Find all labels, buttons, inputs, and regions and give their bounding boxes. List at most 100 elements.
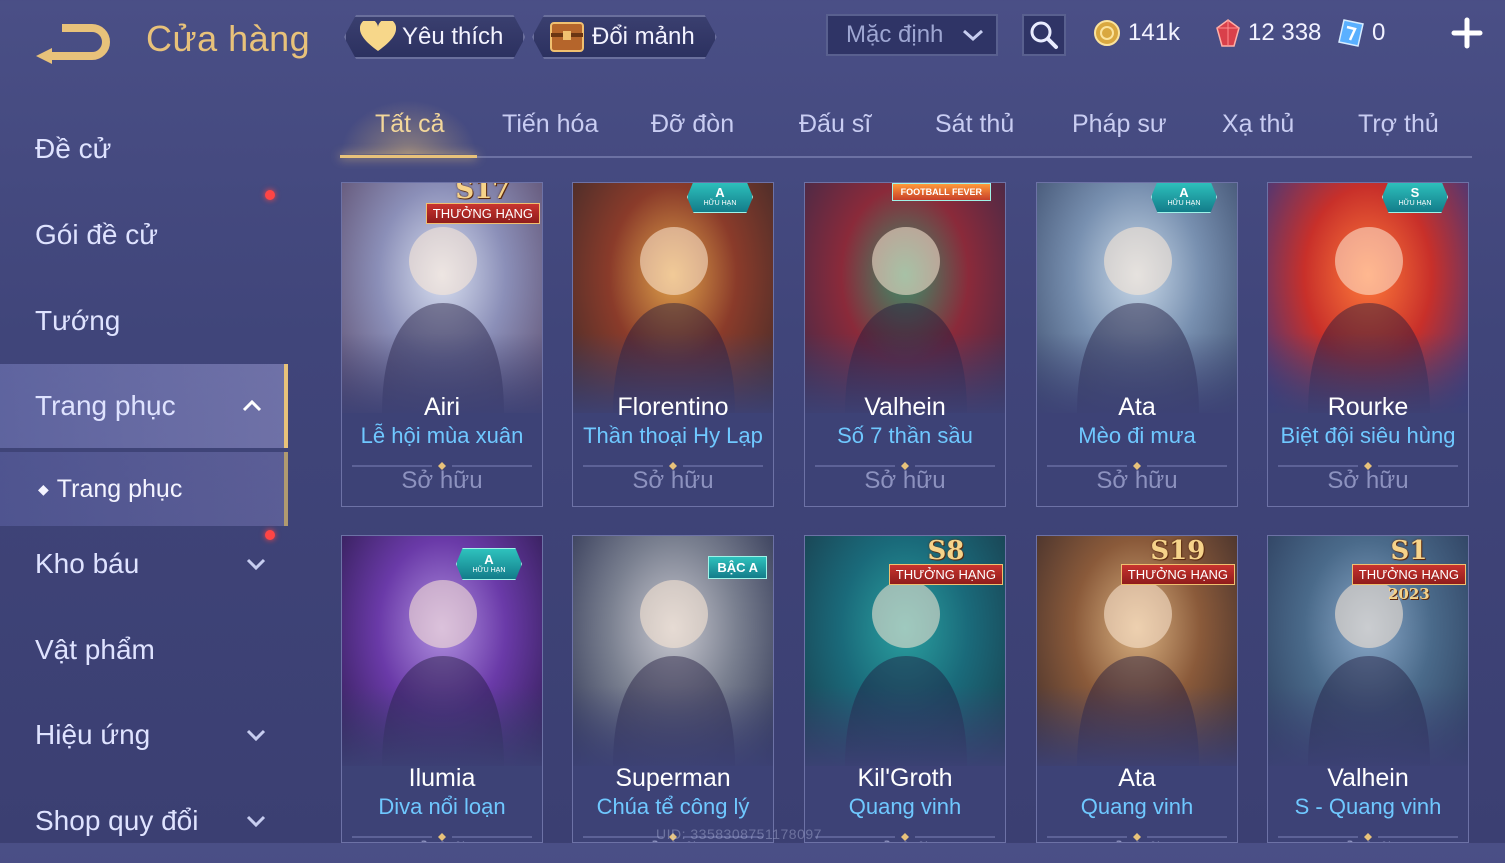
voucher-value: 0 [1372, 19, 1386, 46]
badge-season: S17 [455, 182, 511, 205]
skin-card[interactable]: IlumiaDiva nổi loạn Sở hữu A HỮU HẠN [341, 535, 543, 843]
skin-card[interactable]: ValheinS - Quang vinh Sở hữu S1 THƯỞNG HẠN… [1267, 535, 1469, 843]
skin-name: Số 7 thần sầu [837, 423, 973, 448]
sidebar-item-recommended[interactable]: Đề cử [0, 107, 288, 191]
sort-dropdown[interactable]: Mặc định [826, 14, 998, 56]
sidebar-item-effects[interactable]: Hiệu ứng [0, 693, 288, 777]
voucher-icon [1338, 19, 1364, 47]
card-divider [352, 457, 532, 470]
tab-all[interactable]: Tất cả [375, 110, 444, 139]
ruby-value: 12 338 [1248, 19, 1322, 46]
badge-year: 2023 [1388, 585, 1430, 603]
hero-name: Ata [1118, 393, 1156, 421]
sidebar-item-items[interactable]: Vật phẩm [0, 608, 288, 692]
ruby-currency: 12 338 [1216, 16, 1321, 50]
tab-tank[interactable]: Đỡ đòn [651, 110, 734, 139]
hero-name: Valhein [1327, 764, 1409, 792]
owned-label: Sở hữu [805, 838, 1005, 842]
tab-fighter[interactable]: Đấu sĩ [799, 110, 871, 139]
gold-currency: 141k [1094, 16, 1180, 50]
favorites-button[interactable]: Yêu thích [344, 15, 525, 59]
notification-dot [265, 190, 275, 200]
badge-ribbon: THƯỞNG HẠNG [425, 203, 540, 224]
chevron-down-icon [246, 815, 266, 827]
sidebar-item-label: Vật phẩm [35, 634, 155, 665]
tab-mage[interactable]: Pháp sư [1072, 110, 1167, 139]
chevron-up-icon [242, 400, 262, 412]
skin-card[interactable]: Kil'GrothQuang vinh Sở hữu S8 THƯỞNG HẠNG [804, 535, 1006, 843]
badge-ribbon: THƯỞNG HẠNG [888, 564, 1003, 585]
skin-card[interactable]: Valhein Số 7 thần sầu Sở hữu FOOTBALL FEVER [804, 182, 1006, 507]
sidebar-item-heroes[interactable]: Tướng [0, 279, 288, 363]
search-button[interactable] [1022, 14, 1066, 56]
skin-card[interactable]: SupermanChúa tể công lýSở hữuBẬC A [572, 535, 774, 843]
sidebar-item-label: Kho báu [35, 548, 140, 579]
badge-season: S8 [927, 536, 965, 566]
back-arrow-icon [36, 24, 110, 64]
tab-evolution[interactable]: Tiến hóa [502, 110, 598, 139]
sidebar-item-recommended-packs[interactable]: Gói đề cử [0, 190, 288, 277]
hero-name: Ata [1118, 764, 1156, 792]
sidebar-item-skins[interactable]: Trang phục [0, 364, 288, 448]
exchange-shards-button[interactable]: Đổi mảnh [532, 15, 717, 59]
skin-name: Mèo đi mưa [1078, 423, 1196, 448]
skin-card[interactable]: Ata Mèo đi mưa Sở hữu A HỮU HẠN [1036, 182, 1238, 507]
chevron-down-icon [246, 729, 266, 741]
skin-name: Biệt đội siêu hùng [1280, 423, 1456, 448]
tier-badge: BẬC A [708, 556, 767, 579]
badge-season: S19 [1150, 536, 1206, 566]
player-uid: UID: 3358308751178097 [656, 826, 822, 842]
sidebar-item-exchange-shop[interactable]: Shop quy đổi [0, 779, 288, 863]
sidebar-item-label: Đề cử [35, 133, 112, 164]
gold-coin-icon [1094, 20, 1120, 46]
owned-label: Sở hữu [864, 467, 946, 494]
skin-card[interactable]: Florentino Thần thoại Hy Lạp Sở hữu A HỮU H… [572, 182, 774, 507]
sidebar-item-label: Trang phục [35, 390, 176, 421]
sidebar-subitem-skins[interactable]: ◆ Trang phục [0, 452, 288, 526]
card-divider [1047, 828, 1227, 841]
limited-badge: A HỮU HẠN [687, 183, 753, 213]
badge-text: HỮU HẠN [703, 199, 737, 207]
limited-badge: S HỮU HẠN [1382, 183, 1448, 213]
hero-name: Ilumia [408, 764, 476, 792]
owned-label: Sở hữu [1327, 467, 1409, 494]
skin-card[interactable]: Airi Lễ hội mùa xuân Sở hữu S17 THƯỞNG HẠNG [341, 182, 543, 507]
top-bar: Cửa hàng Yêu thích Đổi mảnh Mặc định 141… [0, 0, 1505, 80]
rank-reward-badge: S17 THƯỞNG HẠNG [425, 182, 540, 224]
tab-assassin[interactable]: Sát thủ [935, 110, 1014, 139]
badge-ribbon: THƯỞNG HẠNG [1120, 564, 1235, 585]
owned-label: Sở hữu [1268, 838, 1468, 842]
limited-badge: A HỮU HẠN [1151, 183, 1217, 213]
card-divider [1278, 457, 1458, 470]
voucher-currency: 0 [1338, 16, 1385, 50]
active-tab-indicator [340, 155, 477, 158]
add-currency-button[interactable] [1448, 14, 1486, 52]
back-button[interactable] [34, 20, 114, 64]
tab-support[interactable]: Trợ thủ [1358, 110, 1439, 139]
bullet-diamond-icon: ◆ [38, 480, 49, 497]
treasure-chest-icon [548, 19, 586, 55]
hero-name: Florentino [617, 393, 729, 421]
sort-value: Mặc định [846, 21, 944, 48]
sidebar-item-label: Shop quy đổi [35, 805, 199, 836]
hero-name: Airi [423, 393, 461, 421]
badge-tier: A [1179, 184, 1189, 200]
sidebar-item-label: Hiệu ứng [35, 719, 151, 750]
skin-card[interactable]: AtaQuang vinh Sở hữu S19 THƯỞNG HẠNG [1036, 535, 1238, 843]
skin-name: S - Quang vinh [1294, 794, 1442, 819]
owned-label: Sở hữu [401, 467, 483, 494]
card-divider [1047, 457, 1227, 470]
card-divider [815, 457, 995, 470]
badge-tier: A [715, 184, 725, 200]
sidebar-item-label: Gói đề cử [35, 219, 159, 250]
hero-name: Valhein [864, 393, 946, 421]
card-divider [815, 828, 995, 841]
sidebar-item-treasure[interactable]: Kho báu [0, 522, 288, 606]
badge-text: HỮU HẠN [472, 566, 506, 574]
skin-card[interactable]: Rourke Biệt đội siêu hùng Sở hữu S HỮU HẠN [1267, 182, 1469, 507]
rank-reward-badge: S19 THƯỞNG HẠNG [1120, 536, 1235, 585]
rank-reward-badge: S1 THƯỞNG HẠNG 2023 [1351, 536, 1466, 603]
tab-marksman[interactable]: Xạ thủ [1222, 110, 1294, 139]
badge-season: S1 [1390, 536, 1428, 566]
notification-dot [265, 530, 275, 540]
